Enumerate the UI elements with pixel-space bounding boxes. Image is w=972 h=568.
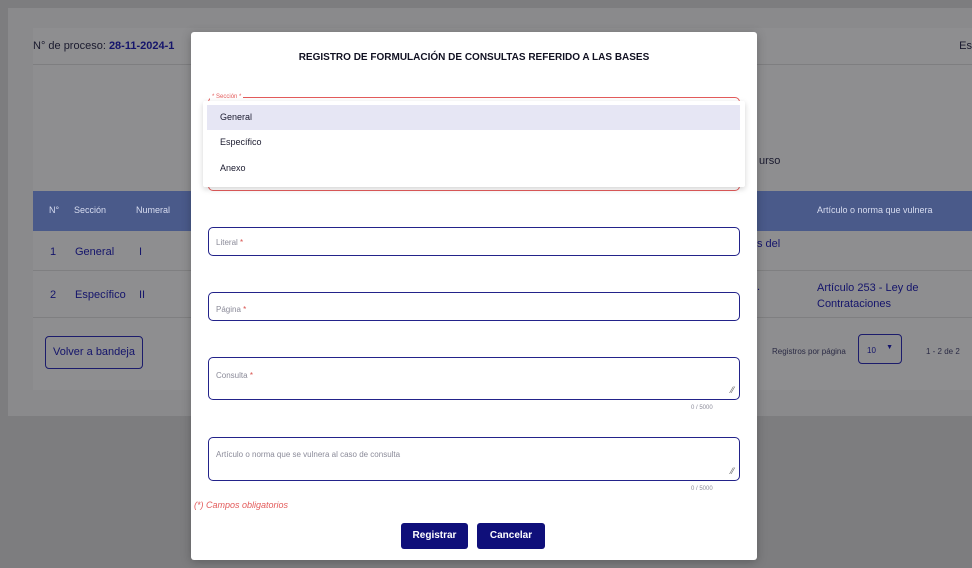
required-mark: * bbox=[212, 94, 215, 100]
pagina-field[interactable]: Página * bbox=[208, 292, 740, 321]
volver-a-bandeja-button[interactable]: Volver a bandeja bbox=[45, 336, 143, 369]
cell-n: 2 bbox=[50, 289, 57, 301]
cancelar-button[interactable]: Cancelar bbox=[477, 523, 545, 549]
seccion-dropdown-panel: General Específico Anexo bbox=[203, 101, 745, 187]
process-label: N° de proceso: bbox=[33, 40, 109, 52]
col-header-numeral: Numeral bbox=[136, 205, 171, 215]
cell-text-fragment: . bbox=[757, 281, 761, 293]
cell-seccion: General bbox=[75, 246, 115, 258]
cell-articulo: Artículo 253 - Ley de Contrataciones bbox=[817, 282, 919, 310]
col-header-articulo: Artículo o norma que vulnera bbox=[817, 205, 933, 215]
dropdown-option-especifico[interactable]: Específico bbox=[207, 130, 740, 155]
pagination-range: 1 - 2 de 2 bbox=[926, 347, 960, 356]
registrar-button[interactable]: Registrar bbox=[401, 523, 468, 549]
registros-por-pagina-label: Registros por página bbox=[772, 347, 846, 356]
literal-field[interactable]: Literal * bbox=[208, 227, 740, 256]
mandatory-fields-note: (*) Campos obligatorios bbox=[194, 500, 289, 510]
page-size-value: 10 bbox=[867, 346, 876, 355]
page-size-select[interactable]: 10 ▼ bbox=[858, 334, 902, 364]
caret-down-icon: ▼ bbox=[886, 344, 893, 351]
cell-n: 1 bbox=[50, 246, 57, 258]
process-number: N° de proceso: 28-11-2024-1 bbox=[33, 40, 174, 52]
consulta-modal: REGISTRO DE FORMULACIÓN DE CONSULTAS REF… bbox=[191, 32, 757, 560]
required-mark: * bbox=[239, 94, 242, 100]
consulta-placeholder: Consulta * bbox=[216, 371, 253, 380]
literal-placeholder: Literal * bbox=[216, 238, 244, 247]
recurso-text-fragment: urso bbox=[759, 155, 781, 167]
cell-seccion: Específico bbox=[75, 289, 126, 301]
resize-handle-icon[interactable]: ⁄⁄ bbox=[731, 385, 734, 395]
seccion-label-text: Sección bbox=[216, 94, 238, 100]
col-header-seccion: Sección bbox=[74, 205, 107, 215]
resize-handle-icon[interactable]: ⁄⁄ bbox=[731, 466, 734, 476]
consulta-textarea[interactable]: Consulta * ⁄⁄ bbox=[208, 357, 740, 400]
cell-numeral: I bbox=[139, 246, 143, 258]
status-label-cut: Es bbox=[959, 40, 972, 52]
articulo-placeholder: Artículo o norma que se vulnera al caso … bbox=[216, 450, 401, 459]
pagina-placeholder: Página * bbox=[216, 305, 247, 314]
cell-numeral: II bbox=[139, 289, 146, 301]
col-header-n: N° bbox=[49, 205, 60, 215]
consulta-char-counter: 0 / 5000 bbox=[691, 405, 713, 411]
dropdown-option-anexo[interactable]: Anexo bbox=[207, 156, 740, 181]
seccion-floating-label: * Sección * bbox=[210, 94, 244, 100]
dropdown-option-general[interactable]: General bbox=[207, 105, 740, 130]
process-value: 28-11-2024-1 bbox=[108, 40, 175, 52]
articulo-char-counter: 0 / 5000 bbox=[691, 486, 713, 492]
modal-title: REGISTRO DE FORMULACIÓN DE CONSULTAS REF… bbox=[298, 52, 650, 63]
cell-text-fragment: s del bbox=[757, 238, 781, 250]
articulo-textarea[interactable]: Artículo o norma que se vulnera al caso … bbox=[208, 437, 740, 481]
